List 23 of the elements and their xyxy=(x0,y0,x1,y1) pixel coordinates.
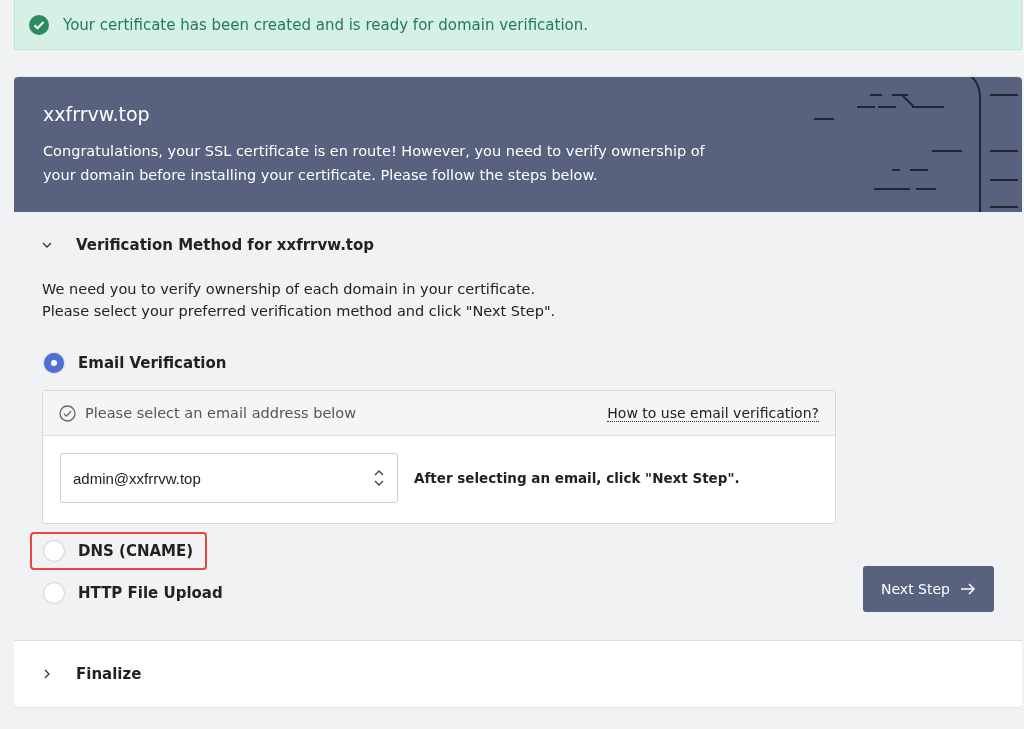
sort-arrows-icon xyxy=(373,469,385,487)
arrow-right-icon xyxy=(959,583,976,595)
domain-title: xxfrrvw.top xyxy=(43,103,151,125)
radio-option[interactable]: HTTP File Upload xyxy=(30,574,237,612)
check-circle-icon xyxy=(29,15,49,35)
chevron-down-icon xyxy=(42,240,52,250)
section-header[interactable]: Verification Method for xxfrrvw.top xyxy=(14,212,1022,278)
instruction-text: We need you to verify ownership of each domain in your certificate. xyxy=(42,280,537,299)
section-title: Verification Method for xxfrrvw.top xyxy=(76,236,375,254)
email-select[interactable]: admin@xxfrrvw.top xyxy=(60,453,398,503)
panel-heading: Please select an email address below xyxy=(85,405,358,421)
highlighted-radio-option[interactable]: DNS (CNAME) xyxy=(30,532,208,570)
next-step-button[interactable]: Next Step xyxy=(863,566,994,612)
help-link[interactable]: How to use email verification? xyxy=(607,404,819,422)
chevron-right-icon xyxy=(42,669,52,679)
check-circle-outline-icon xyxy=(59,404,76,422)
radio-option[interactable]: Email Verification xyxy=(30,344,241,382)
hint-text: After selecting an email, click "Next Step". xyxy=(414,470,740,486)
alert-text: Your certificate has been created and is ready for domain verification. xyxy=(63,16,588,34)
section-title: Finalize xyxy=(76,665,142,683)
instruction-text: Please select your preferred verification method and click "Next Step". xyxy=(42,302,557,321)
section-header[interactable]: Finalize xyxy=(14,641,1022,707)
header-message: Congratulations, your SSL certificate is en route! However, you need to verify ownership of your domain before installing your certificate. Please follow the steps below. xyxy=(43,142,706,185)
